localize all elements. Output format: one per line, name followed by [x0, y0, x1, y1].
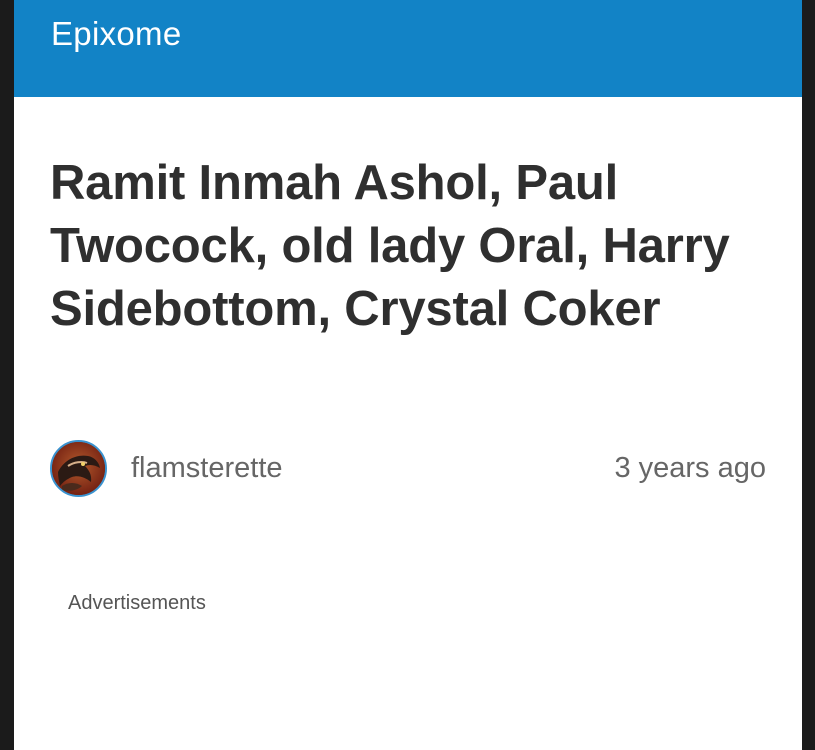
app-frame: Epixome Ramit Inmah Ashol, Paul Twocock,…	[0, 0, 815, 750]
post-title: Ramit Inmah Ashol, Paul Twocock, old lad…	[50, 156, 730, 336]
site-header: Epixome	[14, 0, 802, 97]
post-meta: flamsterette 3 years ago	[50, 437, 766, 501]
post-card: Epixome Ramit Inmah Ashol, Paul Twocock,…	[14, 0, 802, 750]
author-avatar[interactable]	[50, 440, 107, 497]
dragon-avatar-icon	[52, 442, 105, 495]
advertisements-label: Advertisements	[68, 592, 206, 614]
site-title[interactable]: Epixome	[51, 12, 182, 56]
post-time: 3 years ago	[614, 452, 766, 484]
author-name[interactable]: flamsterette	[131, 450, 283, 486]
